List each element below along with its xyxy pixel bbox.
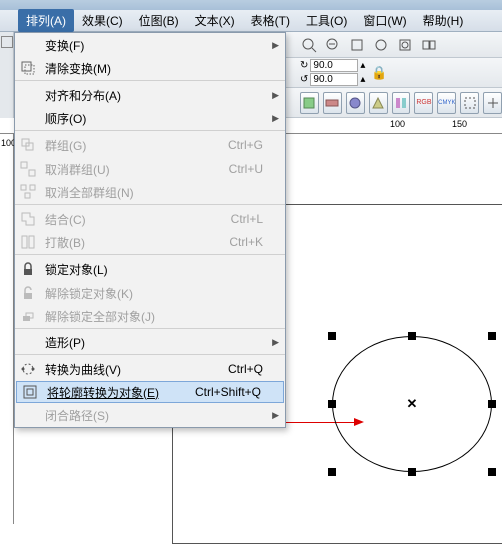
unlock-all-icon	[15, 308, 41, 324]
unlock-icon	[15, 285, 41, 301]
break-icon	[15, 234, 41, 250]
spinner-icon[interactable]: ▴	[360, 60, 365, 71]
spinner-icon[interactable]: ▴	[360, 74, 365, 85]
menu-window[interactable]: 窗口(W)	[355, 9, 414, 32]
menu-close-path: 闭合路径(S)▶	[15, 403, 285, 427]
arrange-menu-dropdown: 变换(F)▶ 清除变换(M) 对齐和分布(A)▶ 顺序(O)▶ 群组(G)Ctr…	[14, 32, 286, 428]
ungroup-all-icon	[15, 184, 41, 200]
menu-table[interactable]: 表格(T)	[243, 9, 298, 32]
clear-transform-icon	[15, 60, 41, 76]
rotation-2-input[interactable]	[310, 73, 358, 86]
submenu-arrow-icon: ▶	[272, 40, 279, 51]
menu-ungroup-all: 取消全部群组(N)	[15, 181, 285, 205]
ungroup-icon	[15, 161, 41, 177]
submenu-arrow-icon: ▶	[272, 113, 279, 124]
combine-icon	[15, 211, 41, 227]
menu-unlock-object: 解除锁定对象(K)	[15, 281, 285, 305]
tool-btn-1[interactable]	[300, 92, 319, 114]
menu-combine: 结合(C)Ctrl+L	[15, 207, 285, 231]
menu-transform[interactable]: 变换(F)▶	[15, 33, 285, 57]
menu-group: 群组(G)Ctrl+G	[15, 133, 285, 157]
zoom-all-icon[interactable]	[420, 36, 438, 54]
tool-btn-5[interactable]	[392, 92, 411, 114]
menu-convert-to-curves[interactable]: 转换为曲线(V)Ctrl+Q	[15, 357, 285, 381]
selection-handle[interactable]	[408, 468, 416, 476]
menu-convert-outline-to-object[interactable]: 将轮廓转换为对象(E)Ctrl+Shift+Q	[16, 381, 284, 403]
selection-handle[interactable]	[328, 468, 336, 476]
tool-btn-3[interactable]	[346, 92, 365, 114]
menu-help[interactable]: 帮助(H)	[415, 9, 472, 32]
lock-ratio-icon[interactable]: 🔒	[371, 65, 387, 81]
menu-lock-object[interactable]: 锁定对象(L)	[15, 257, 285, 281]
outline-to-object-icon	[17, 384, 43, 400]
vertical-ruler: 100	[0, 134, 14, 524]
menu-break-apart: 打散(B)Ctrl+K	[15, 231, 285, 255]
selection-handle[interactable]	[488, 332, 496, 340]
menu-tools[interactable]: 工具(O)	[298, 9, 355, 32]
selection-handle[interactable]	[488, 468, 496, 476]
selection-handle[interactable]	[328, 400, 336, 408]
lock-icon	[15, 261, 41, 277]
tool-btn-8[interactable]	[460, 92, 479, 114]
tool-crop-icon[interactable]	[1, 36, 13, 48]
rotate-ccw-icon: ↺	[300, 74, 308, 85]
zoom-tool-icon[interactable]	[300, 36, 318, 54]
group-icon	[15, 137, 41, 153]
menu-unlock-all: 解除锁定全部对象(J)	[15, 305, 285, 329]
selection-handle[interactable]	[408, 332, 416, 340]
menu-bitmap[interactable]: 位图(B)	[131, 9, 187, 32]
menubar: 排列(A) 效果(C) 位图(B) 文本(X) 表格(T) 工具(O) 窗口(W…	[0, 10, 502, 32]
zoom-sel-icon[interactable]	[396, 36, 414, 54]
selection-center-icon: ✕	[407, 396, 418, 412]
menu-text[interactable]: 文本(X)	[187, 9, 243, 32]
menu-align-distribute[interactable]: 对齐和分布(A)▶	[15, 83, 285, 107]
tool-btn-9[interactable]	[483, 92, 502, 114]
rotation-1-input[interactable]	[310, 59, 358, 72]
tool-btn-2[interactable]	[323, 92, 342, 114]
zoom-fit-icon[interactable]	[372, 36, 390, 54]
selection-handle[interactable]	[488, 400, 496, 408]
menu-effects[interactable]: 效果(C)	[74, 9, 131, 32]
zoom-page-icon[interactable]	[348, 36, 366, 54]
rotate-cw-icon: ↻	[300, 60, 308, 71]
zoom-out-icon[interactable]	[324, 36, 342, 54]
menu-clear-transform[interactable]: 清除变换(M)	[15, 57, 285, 81]
menu-order[interactable]: 顺序(O)▶	[15, 107, 285, 131]
submenu-arrow-icon: ▶	[272, 90, 279, 101]
menu-arrange[interactable]: 排列(A)	[18, 9, 74, 32]
menu-ungroup: 取消群组(U)Ctrl+U	[15, 157, 285, 181]
submenu-arrow-icon: ▶	[272, 337, 279, 348]
cmyk-button[interactable]: CMYK	[437, 92, 456, 114]
submenu-arrow-icon: ▶	[272, 410, 279, 421]
selection-handle[interactable]	[328, 332, 336, 340]
curve-icon	[15, 361, 41, 377]
menu-shaping[interactable]: 造形(P)▶	[15, 331, 285, 355]
tool-btn-4[interactable]	[369, 92, 388, 114]
rgb-button[interactable]: RGB	[414, 92, 433, 114]
